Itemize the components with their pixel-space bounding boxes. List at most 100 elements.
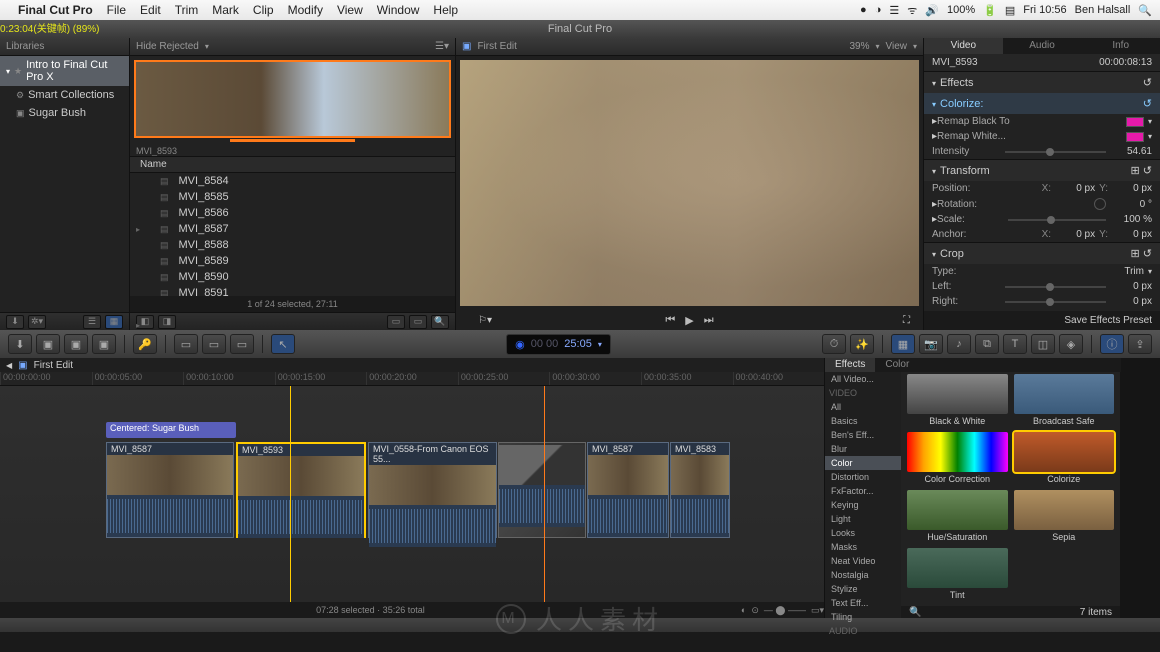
zoom-level[interactable]: 39% — [849, 41, 869, 52]
fx-category[interactable]: Looks — [825, 526, 901, 540]
snapping-button[interactable]: ⊙ — [751, 605, 759, 616]
clip-row[interactable]: MVI_8584 — [130, 173, 455, 189]
clock[interactable]: Fri 10:56 — [1023, 4, 1066, 16]
effect-preset[interactable]: Tint — [907, 548, 1008, 600]
tool-button[interactable]: ▣ — [64, 334, 88, 354]
import-tool-button[interactable]: ⬇ — [8, 334, 32, 354]
timeline-back-button[interactable] — [6, 360, 12, 371]
menu-mark[interactable]: Mark — [212, 3, 239, 17]
tool-button[interactable]: ▭ — [174, 334, 198, 354]
fx-search-button[interactable]: 🔍 — [909, 607, 921, 618]
fx-category[interactable]: Neat Video — [825, 554, 901, 568]
skimming-button[interactable]: ◐ — [741, 605, 746, 615]
tool-select[interactable]: ↖ — [271, 334, 295, 354]
tab-effects[interactable]: Effects — [825, 358, 875, 372]
view-menu[interactable]: View — [885, 41, 907, 52]
retiming-button[interactable]: ⏱ — [822, 334, 846, 354]
rotation-dial[interactable] — [1094, 198, 1106, 210]
fx-category[interactable]: FxFactor... — [825, 484, 901, 498]
effect-preset[interactable]: Sepia — [1014, 490, 1115, 542]
fx-category[interactable]: Text Eff... — [825, 596, 901, 610]
color-swatch[interactable] — [1126, 132, 1144, 142]
tab-video[interactable]: Video — [924, 38, 1003, 54]
search-button[interactable]: 🔍 — [431, 315, 449, 329]
clip-row[interactable]: MVI_8586 — [130, 205, 455, 221]
audio-meters[interactable] — [1120, 358, 1160, 618]
crop-section-header[interactable]: Crop — [940, 248, 964, 260]
fx-category[interactable]: Nostalgia — [825, 568, 901, 582]
share-button[interactable]: ⇪ — [1128, 334, 1152, 354]
effect-preset[interactable]: Black & White — [907, 374, 1008, 426]
statusbar-icon[interactable]: ● — [860, 4, 867, 16]
video-clip[interactable]: MVI_8587 — [587, 442, 669, 538]
filmstrip-view-button[interactable]: ▦ — [105, 315, 123, 329]
reset-icon[interactable]: ↺ — [1143, 247, 1152, 260]
effect-preset[interactable]: Colorize — [1014, 432, 1115, 484]
inspector-toggle-button[interactable]: ⓘ — [1100, 334, 1124, 354]
keyword-button[interactable]: 🔑 — [133, 334, 157, 354]
clip-row[interactable]: MVI_8585 — [130, 189, 455, 205]
menu-trim[interactable]: Trim — [175, 3, 199, 17]
fx-category[interactable]: Distortion — [825, 470, 901, 484]
clip-row[interactable]: MVI_8588 — [130, 237, 455, 253]
fx-all-video[interactable]: All Video... — [825, 372, 901, 386]
fx-category[interactable]: Stylize — [825, 582, 901, 596]
fx-category[interactable]: Color — [825, 456, 901, 470]
tool-button[interactable]: ▭ — [202, 334, 226, 354]
video-clip[interactable]: MVI_8587 — [106, 442, 234, 538]
fx-category[interactable]: All — [825, 400, 901, 414]
fx-category[interactable]: Basics — [825, 414, 901, 428]
effect-preset[interactable]: Color Correction — [907, 432, 1008, 484]
tool-button[interactable]: ▭ — [230, 334, 254, 354]
tab-audio[interactable]: Audio — [1003, 38, 1082, 54]
playhead[interactable] — [544, 386, 545, 602]
menu-help[interactable]: Help — [433, 3, 458, 17]
video-clip[interactable]: MVI_8593 — [236, 442, 366, 538]
smart-collections-item[interactable]: Smart Collections — [0, 86, 129, 104]
title-clip[interactable]: Centered: Sugar Bush — [106, 422, 236, 438]
effects-browser-button[interactable]: ▦ — [891, 334, 915, 354]
viewer-preview[interactable] — [460, 60, 919, 306]
browser-settings-button[interactable]: ☰▾ — [435, 41, 449, 52]
scale-slider[interactable] — [1008, 219, 1106, 221]
viewer-settings-button[interactable]: ⚐▾ — [478, 315, 492, 326]
effect-preset[interactable]: Broadcast Safe — [1014, 374, 1115, 426]
zoom-slider[interactable]: — ⬤ —— — [764, 605, 806, 616]
fx-category[interactable]: Tiling — [825, 610, 901, 624]
volume-icon[interactable]: 🔊 — [925, 4, 939, 17]
statusbar-icon[interactable]: ◑ — [875, 4, 882, 16]
video-clip[interactable]: MVI_0558-From Canon EOS 55... — [368, 442, 497, 538]
app-name[interactable]: Final Cut Pro — [18, 3, 93, 17]
prev-frame-button[interactable]: ⏮ — [665, 314, 675, 327]
hide-rejected-toggle[interactable]: Hide Rejected — [136, 41, 199, 52]
menu-view[interactable]: View — [337, 3, 363, 17]
reset-icon[interactable]: ↺ — [1143, 97, 1152, 110]
menu-modify[interactable]: Modify — [288, 3, 323, 17]
library-root[interactable]: Intro to Final Cut Pro X — [0, 56, 129, 86]
browser-btn[interactable]: ◨ — [158, 315, 176, 329]
clip-row[interactable]: MVI_8590 — [130, 269, 455, 285]
photos-browser-button[interactable]: 📷 — [919, 334, 943, 354]
intensity-slider[interactable] — [1005, 151, 1106, 153]
statusbar-icon[interactable]: ☰ — [889, 4, 899, 17]
transitions-browser-button[interactable]: ⧉ — [975, 334, 999, 354]
effects-section-header[interactable]: Effects — [940, 77, 973, 89]
fx-category[interactable]: Masks — [825, 540, 901, 554]
clip-appearance-button[interactable]: ▭▾ — [811, 605, 824, 616]
skimmer[interactable] — [290, 386, 291, 602]
event-item[interactable]: Sugar Bush — [0, 104, 129, 122]
effect-preset[interactable]: Hue/Saturation — [907, 490, 1008, 542]
browser-btn[interactable]: ▭ — [409, 315, 427, 329]
user-name[interactable]: Ben Halsall — [1075, 4, 1131, 16]
video-clip[interactable]: MVI_8583 — [670, 442, 730, 538]
generators-browser-button[interactable]: ◫ — [1031, 334, 1055, 354]
onscreen-controls-icon[interactable]: ⊞ — [1131, 164, 1140, 177]
flag-icon[interactable]: ▤ — [1005, 4, 1015, 17]
menu-edit[interactable]: Edit — [140, 3, 161, 17]
next-frame-button[interactable]: ⏭ — [704, 314, 714, 327]
color-swatch[interactable] — [1126, 117, 1144, 127]
timeline-body[interactable]: Centered: Sugar Bush MVI_8587MVI_8593MVI… — [0, 386, 824, 602]
browser-btn[interactable]: ▭ — [387, 315, 405, 329]
menu-clip[interactable]: Clip — [253, 3, 274, 17]
transition-clip[interactable] — [498, 442, 586, 538]
